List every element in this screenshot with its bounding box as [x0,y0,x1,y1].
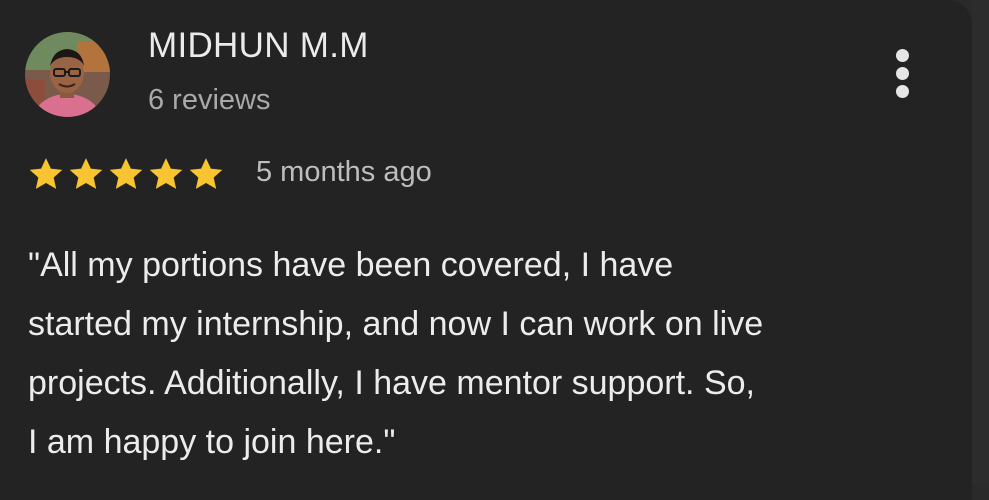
review-text-line: "All my portions have been covered, I ha… [28,246,674,284]
star-icon [189,158,223,189]
menu-dot [896,67,909,80]
menu-dot [896,49,909,62]
star-rating [26,154,226,194]
review-text-line: I am happy to join here." [28,423,396,461]
review-time: 5 months ago [256,156,432,188]
review-text: "All my portions have been covered, I ha… [28,236,953,472]
star-icon [109,158,143,189]
screen-edge [972,0,989,484]
menu-dot [896,85,909,98]
review-card: MIDHUN M.M 6 reviews 5 months ago "All m… [0,0,972,500]
star-icon [29,158,63,189]
star-icon [149,158,183,189]
star-icon [69,158,103,189]
review-count[interactable]: 6 reviews [148,84,271,117]
avatar[interactable] [25,32,110,117]
review-text-line: started my internship, and now I can wor… [28,305,764,343]
reviewer-name[interactable]: MIDHUN M.M [148,26,369,66]
more-vert-icon[interactable] [888,46,918,102]
review-text-line: projects. Additionally, I have mentor su… [28,364,755,402]
avatar-image [25,32,110,117]
